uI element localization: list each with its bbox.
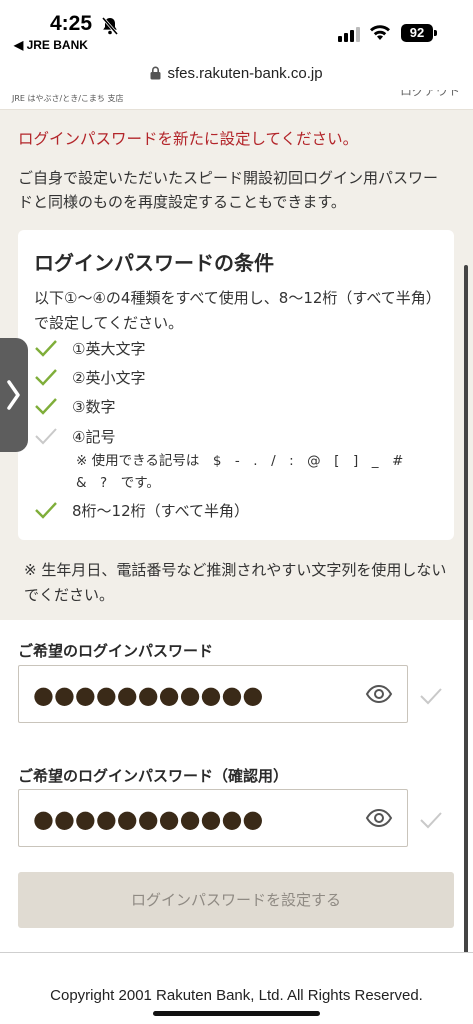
condition-item: ③数字 xyxy=(34,394,444,420)
password-input[interactable]: ●●●●●●●●●●● xyxy=(18,665,408,723)
chevron-right-icon xyxy=(7,380,20,410)
symbols-note: ※ 使用できる記号は $ - . / : @ [ ] _ # & ? です。 xyxy=(76,453,417,491)
check-unmet-icon xyxy=(35,428,57,445)
conditions-title: ログインパスワードの条件 xyxy=(34,251,274,275)
cellular-signal-icon xyxy=(338,26,360,42)
condition-item: ②英小文字 xyxy=(34,365,444,391)
side-drawer-tab[interactable] xyxy=(0,338,28,452)
status-bar: 4:25 ◀ JRE BANK 92 xyxy=(0,0,473,56)
condition-item: ①英大文字 xyxy=(34,336,444,362)
battery-tip xyxy=(434,30,437,36)
address-bar[interactable]: sfes.rakuten-bank.co.jp xyxy=(0,58,473,90)
error-message: ログインパスワードを新たに設定してください。 xyxy=(18,130,359,148)
condition-label: ②英小文字 xyxy=(72,369,146,387)
condition-label: 8桁～12桁（すべて半角） xyxy=(72,502,249,520)
password-label: ご希望のログインパスワード xyxy=(18,642,214,660)
confirm-password-label: ご希望のログインパスワード（確認用） xyxy=(18,767,289,785)
set-password-button[interactable]: ログインパスワードを設定する xyxy=(18,872,454,928)
confirm-password-input[interactable]: ●●●●●●●●●●● xyxy=(18,789,408,847)
password-conditions-card: ログインパスワードの条件 以下①～④の4種類をすべて使用し、8～12桁（すべて半… xyxy=(18,230,454,540)
check-icon xyxy=(35,398,57,415)
confirm-valid-check-icon xyxy=(420,812,442,829)
url-text: sfes.rakuten-bank.co.jp xyxy=(167,65,323,82)
condition-label: ④記号 xyxy=(72,428,116,446)
password-valid-check-icon xyxy=(420,688,442,705)
logout-link[interactable]: ログアウト xyxy=(400,90,460,99)
eye-icon[interactable] xyxy=(365,808,393,828)
page-header: JRE はやぶさ/とき/こまち 支店 ログアウト xyxy=(0,90,473,110)
battery-indicator: 92 xyxy=(401,24,433,42)
conditions-description: 以下①～④の4種類をすべて使用し、8～12桁（すべて半角）で設定してください。 xyxy=(34,289,441,332)
confirm-password-value: ●●●●●●●●●●● xyxy=(33,805,264,833)
condition-label: ③数字 xyxy=(72,398,116,416)
condition-item: 8桁～12桁（すべて半角） xyxy=(34,498,444,524)
condition-label: ①英大文字 xyxy=(72,340,146,358)
condition-item: ④記号 xyxy=(34,424,444,450)
home-indicator[interactable] xyxy=(153,1011,320,1016)
copyright: Copyright 2001 Rakuten Bank, Ltd. All Ri… xyxy=(50,987,423,1004)
intro-text: ご自身で設定いただいたスピード開設初回ログイン用パスワードと同様のものを再度設定… xyxy=(18,169,439,211)
check-icon xyxy=(35,369,57,386)
main-content: ログインパスワードを新たに設定してください。 ご自身で設定いただいたスピード開設… xyxy=(0,110,473,952)
branch-name: JRE はやぶさ/とき/こまち 支店 xyxy=(12,94,124,103)
bell-muted-icon xyxy=(101,17,119,35)
back-to-app-link[interactable]: ◀ JRE BANK xyxy=(14,38,88,52)
check-icon xyxy=(35,502,57,519)
warning-note: ※ 生年月日、電話番号など推測されやすい文字列を使用しないでください。 xyxy=(24,561,447,604)
lock-icon xyxy=(150,66,161,80)
footer-divider xyxy=(0,952,473,953)
eye-icon[interactable] xyxy=(365,684,393,704)
status-time: 4:25 xyxy=(50,12,93,35)
password-value: ●●●●●●●●●●● xyxy=(33,681,264,709)
wifi-icon xyxy=(370,25,390,40)
scrollbar[interactable] xyxy=(464,265,468,952)
check-icon xyxy=(35,340,57,357)
